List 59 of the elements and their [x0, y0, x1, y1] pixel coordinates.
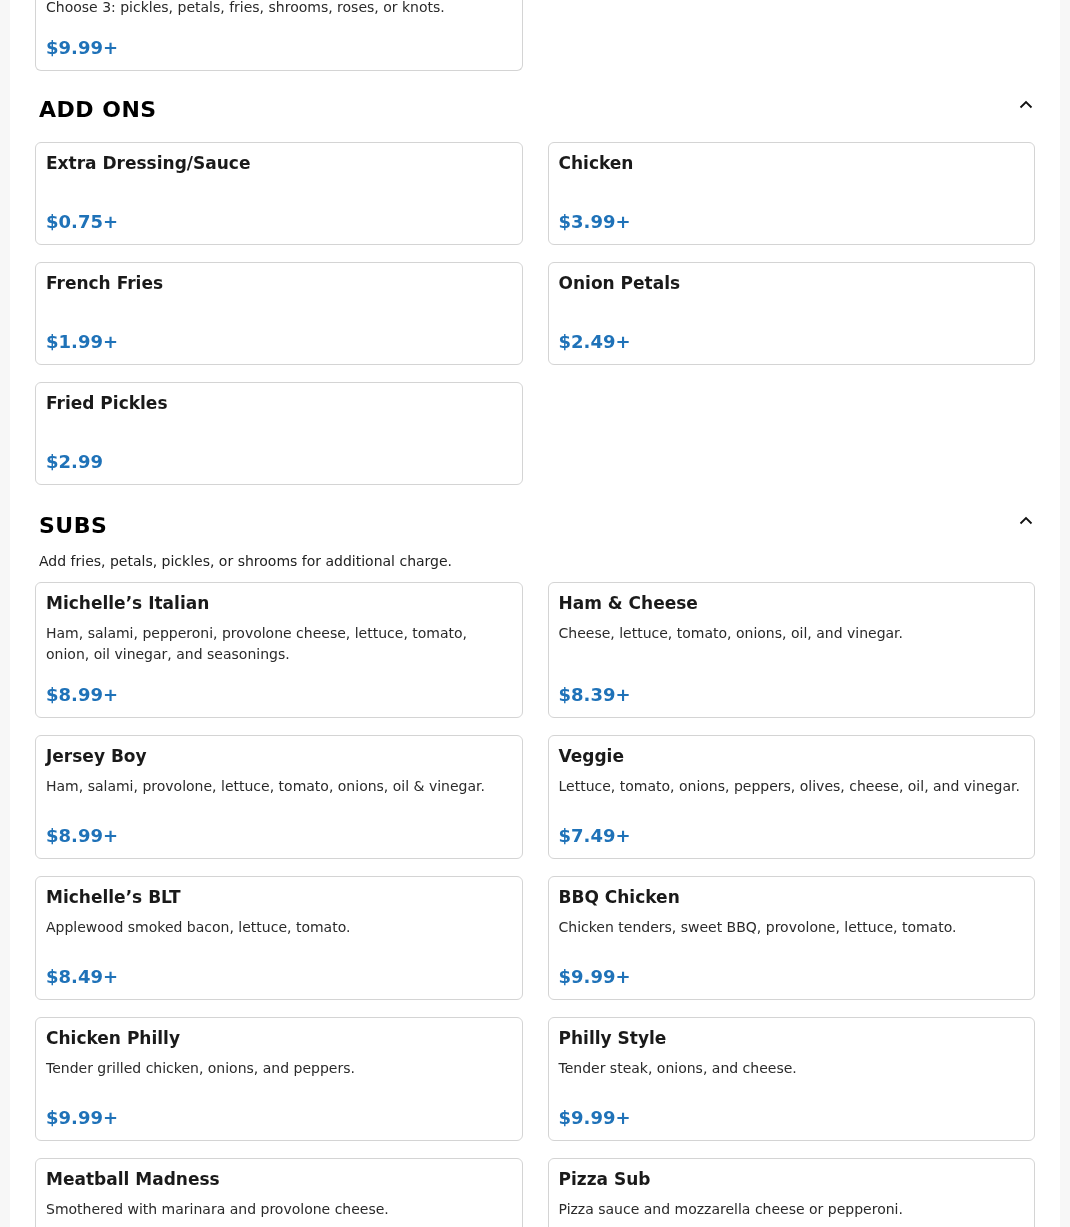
- menu-item-card[interactable]: Ham & Cheese Cheese, lettuce, tomato, onions, oil, and vinegar. $8.39+: [547, 582, 1035, 718]
- menu-item-card[interactable]: Veggie Lettuce, tomato, onions, peppers, olives, cheese, oil, and vinegar. $7.49+: [547, 735, 1035, 859]
- item-price: $8.99+: [46, 683, 120, 707]
- item-name: Michelle’s BLT: [46, 886, 182, 909]
- item-name: Veggie: [558, 745, 625, 768]
- item-name: Chicken: [558, 152, 635, 175]
- menu-item-card[interactable]: Chicken Philly Tender grilled chicken, onions, and peppers. $9.99+: [35, 1017, 523, 1141]
- item-price: $9.99+: [558, 1106, 632, 1130]
- menu-item-card[interactable]: BBQ Chicken Chicken tenders, sweet BBQ, provolone, lettuce, tomato. $9.99+: [547, 876, 1035, 1000]
- item-price: $2.99: [46, 450, 104, 474]
- item-description: Choose 3: pickles, petals, fries, shrooms, roses, or knots.: [46, 0, 446, 17]
- item-name: Ham & Cheese: [558, 592, 699, 615]
- item-description: Ham, salami, provolone, lettuce, tomato, onions, oil & vinegar.: [46, 777, 486, 796]
- item-name: BBQ Chicken: [558, 886, 681, 909]
- item-description: Pizza sauce and mozzarella cheese or pepperoni.: [558, 1200, 904, 1219]
- item-price: $0.75+: [46, 210, 120, 234]
- section-title: SUBS: [39, 512, 108, 540]
- item-description: Smothered with marinara and provolone cheese.: [46, 1200, 390, 1219]
- item-name: French Fries: [46, 272, 165, 295]
- menu-item-card[interactable]: Chicken $3.99+: [547, 142, 1035, 245]
- item-description: Tender steak, onions, and cheese.: [558, 1059, 798, 1078]
- item-price: $8.49+: [46, 965, 120, 989]
- item-price: $9.99+: [46, 1106, 120, 1130]
- item-name: Philly Style: [558, 1027, 668, 1050]
- menu-item-card[interactable]: Philly Style Tender steak, onions, and cheese. $9.99+: [547, 1017, 1035, 1141]
- item-name: Michelle’s Italian: [46, 592, 211, 615]
- menu-item-card[interactable]: Pizza Sub Pizza sauce and mozzarella cheese or pepperoni.: [547, 1158, 1035, 1227]
- menu-item-card[interactable]: Onion Petals $2.49+: [547, 262, 1035, 365]
- item-price: $8.99+: [46, 824, 120, 848]
- item-price: $9.99+: [46, 36, 120, 60]
- item-description: Ham, salami, pepperoni, provolone cheese, lettuce, tomato, onion, oil vinegar, and seasonings.: [46, 624, 469, 664]
- item-name: Extra Dressing/Sauce: [46, 152, 252, 175]
- item-price: $1.99+: [46, 330, 120, 354]
- menu-item-card[interactable]: Choose 3: pickles, petals, fries, shrooms, roses, or knots. $9.99+: [35, 0, 523, 71]
- menu-item-card[interactable]: Fried Pickles $2.99: [35, 382, 523, 485]
- item-name: Chicken Philly: [46, 1027, 181, 1050]
- item-description: Applewood smoked bacon, lettuce, tomato.: [46, 918, 352, 937]
- item-price: $2.49+: [558, 330, 632, 354]
- item-name: Onion Petals: [558, 272, 682, 295]
- item-price: $8.39+: [558, 683, 632, 707]
- menu-item-card[interactable]: Michelle’s BLT Applewood smoked bacon, lettuce, tomato. $8.49+: [35, 876, 523, 1000]
- section-description: Add fries, petals, pickles, or shrooms for additional charge.: [38, 552, 454, 571]
- item-price: $3.99+: [558, 210, 632, 234]
- item-price: $7.49+: [558, 824, 632, 848]
- item-description: Cheese, lettuce, tomato, onions, oil, and vinegar.: [558, 624, 905, 643]
- item-name: Jersey Boy: [46, 745, 148, 768]
- menu-item-card[interactable]: French Fries $1.99+: [35, 262, 523, 365]
- item-description: Lettuce, tomato, onions, peppers, olives, cheese, oil, and vinegar.: [558, 777, 1021, 796]
- menu-item-card[interactable]: Extra Dressing/Sauce $0.75+: [35, 142, 523, 245]
- menu-item-card[interactable]: Michelle’s Italian Ham, salami, pepperoni, provolone cheese, lettuce, tomato, onion, oil vinegar, and seasonings. $8.99+: [35, 582, 523, 718]
- section-title: ADD ONS: [39, 96, 157, 124]
- item-name: Meatball Madness: [46, 1168, 221, 1191]
- menu-item-card[interactable]: Jersey Boy Ham, salami, provolone, lettuce, tomato, onions, oil & vinegar. $8.99+: [35, 735, 523, 859]
- menu-item-card[interactable]: Meatball Madness Smothered with marinara and provolone cheese.: [35, 1158, 523, 1227]
- item-price: $9.99+: [558, 965, 632, 989]
- item-name: Pizza Sub: [558, 1168, 652, 1191]
- item-description: Tender grilled chicken, onions, and peppers.: [46, 1059, 356, 1078]
- item-description: Chicken tenders, sweet BBQ, provolone, lettuce, tomato.: [558, 918, 958, 937]
- item-name: Fried Pickles: [46, 392, 169, 415]
